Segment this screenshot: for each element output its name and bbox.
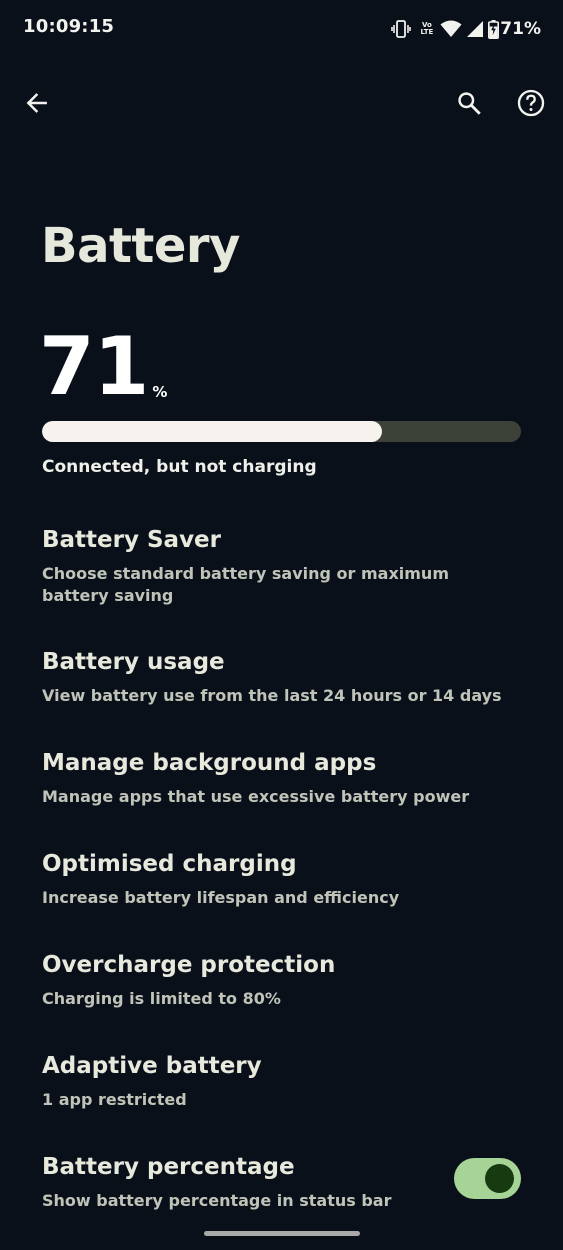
page-title: Battery xyxy=(41,218,240,274)
pref-summary: View battery use from the last 24 hours … xyxy=(42,686,502,705)
status-icons: Vo LTE 71% xyxy=(391,17,541,41)
battery-level: 71 % xyxy=(39,322,167,412)
volte-bottom-label: LTE xyxy=(420,28,434,36)
vibrate-icon xyxy=(391,20,412,38)
help-button[interactable] xyxy=(511,85,551,125)
charge-status: Connected, but not charging xyxy=(42,457,317,477)
status-bar: 10:09:15 Vo LTE 71% xyxy=(0,0,563,58)
pref-summary: Show battery percentage in status bar xyxy=(42,1191,392,1210)
battery-level-unit: % xyxy=(152,383,168,401)
pref-summary: Increase battery lifespan and efficiency xyxy=(42,888,400,907)
manage-background-apps-item[interactable]: Manage background apps Manage apps that … xyxy=(0,750,563,808)
status-time: 10:09:15 xyxy=(23,16,115,37)
battery-progress-fill xyxy=(42,421,383,442)
volte-icon: Vo LTE xyxy=(420,22,433,36)
pref-title: Battery usage xyxy=(42,649,225,675)
pref-title: Battery percentage xyxy=(42,1154,295,1180)
back-button[interactable] xyxy=(17,85,57,125)
battery-usage-item[interactable]: Battery usage View battery use from the … xyxy=(0,649,563,707)
status-battery-percent: 71% xyxy=(500,19,541,39)
battery-progress-bar xyxy=(42,421,521,442)
pref-summary: Charging is limited to 80% xyxy=(42,989,281,1008)
pref-title: Adaptive battery xyxy=(42,1053,262,1079)
overcharge-protection-item[interactable]: Overcharge protection Charging is limite… xyxy=(0,952,563,1010)
pref-summary: 1 app restricted xyxy=(42,1090,187,1109)
battery-level-value: 71 xyxy=(39,320,149,413)
pref-summary: Choose standard battery saving or maximu… xyxy=(42,564,449,605)
pref-title: Optimised charging xyxy=(42,851,297,877)
pref-title: Manage background apps xyxy=(42,750,377,776)
battery-percentage-toggle[interactable] xyxy=(454,1158,521,1199)
adaptive-battery-item[interactable]: Adaptive battery 1 app restricted xyxy=(0,1053,563,1111)
battery-charging-icon xyxy=(488,19,500,39)
pref-summary: Manage apps that use excessive battery p… xyxy=(42,787,470,806)
search-icon xyxy=(456,90,482,120)
pref-title: Overcharge protection xyxy=(42,952,336,978)
signal-icon xyxy=(466,20,484,38)
back-arrow-icon xyxy=(24,90,50,120)
optimised-charging-item[interactable]: Optimised charging Increase battery life… xyxy=(0,851,563,909)
battery-saver-item[interactable]: Battery Saver Choose standard battery sa… xyxy=(0,527,563,607)
help-icon xyxy=(517,89,545,121)
search-button[interactable] xyxy=(449,85,489,125)
wifi-icon xyxy=(440,20,462,38)
pref-title: Battery Saver xyxy=(42,527,222,553)
gesture-nav-handle[interactable] xyxy=(204,1231,360,1236)
toggle-thumb xyxy=(485,1164,514,1193)
